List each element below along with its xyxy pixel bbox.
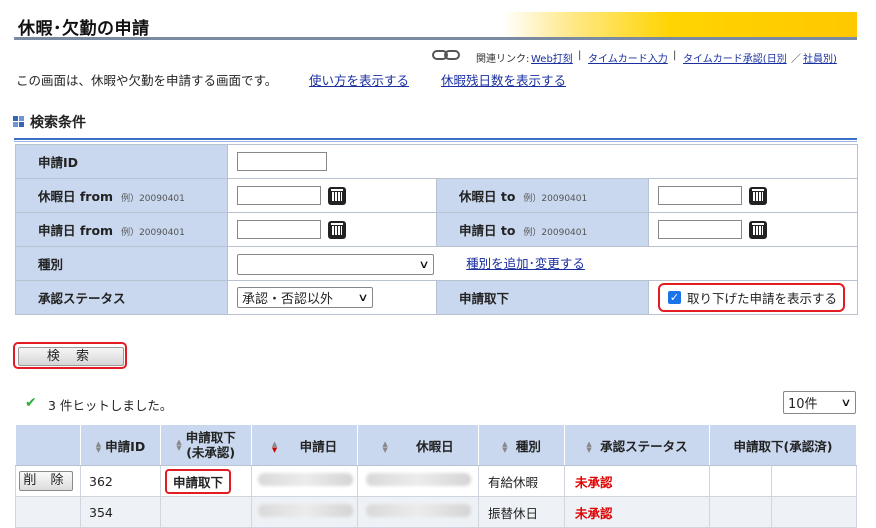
cell-type: 振替休日 <box>478 496 565 528</box>
request-id-label: 申請ID <box>15 144 228 179</box>
show-withdrawn-checkbox[interactable]: ✓ 取り下げた申請を表示する <box>658 283 845 312</box>
related-sep: | <box>578 50 582 61</box>
leave-to-input[interactable] <box>658 186 742 205</box>
status-badge: 未承認 <box>575 505 613 521</box>
status-label: 承認ステータス <box>15 280 228 315</box>
search-button-highlight: 検 索 <box>13 342 127 369</box>
table-row: 354 振替休日 未承認 <box>15 496 857 528</box>
chevron-down-icon: ∨ <box>357 291 369 304</box>
cell-type: 有給休暇 <box>478 465 565 497</box>
link-web-clock[interactable]: Web打刻 <box>531 50 573 65</box>
title-underline <box>14 37 857 40</box>
results-table: ▲ ▼ 申請ID ▲ ▼申請取下 (未承認) ▲ ▼ 申請日 ▲ ▼ 休暇日 ▲ ▼ 種別 ▲… <box>15 424 857 528</box>
sort-icon[interactable]: ▲ ▼ <box>96 441 101 454</box>
section-divider <box>14 138 857 140</box>
page-description: この画面は、休暇や欠勤を申請する画面です。 <box>16 73 278 88</box>
remaining-days-link[interactable]: 休暇残日数を表示する <box>441 70 566 89</box>
chain-link-icon <box>432 50 460 60</box>
per-page-select[interactable]: 10件 ∨ <box>783 391 856 414</box>
page-title: 休暇･欠勤の申請 <box>18 19 150 39</box>
apply-to-input[interactable] <box>658 220 742 239</box>
leave-from-label: 休暇日 from 例）20090401 <box>15 178 228 213</box>
apply-to-label: 申請日 to 例）20090401 <box>436 212 649 247</box>
leave-from-input[interactable] <box>237 186 321 205</box>
header-withdraw-unapproved[interactable]: ▲ ▼申請取下 (未承認) <box>160 424 252 466</box>
header-type[interactable]: ▲ ▼ 種別 <box>478 424 565 466</box>
chevron-down-icon: ∨ <box>840 396 852 409</box>
withdraw-label: 申請取下 <box>436 280 649 315</box>
related-links-label: 関連リンク: <box>476 54 530 65</box>
search-form: 申請ID 休暇日 from 例）20090401 休暇日 to 例）20090401… <box>15 144 858 315</box>
link-timecard-input[interactable]: タイムカード入力 <box>588 50 668 65</box>
link-timecard-approve-employee[interactable]: 社員別) <box>803 50 837 65</box>
calendar-icon[interactable] <box>749 220 767 239</box>
status-select[interactable]: 承認・否認以外 ∨ <box>237 287 373 308</box>
calendar-icon[interactable] <box>328 186 346 205</box>
hit-count: 3 件ヒットしました。 <box>48 398 173 413</box>
apply-from-label: 申請日 from 例）20090401 <box>15 212 228 247</box>
header-leave-date[interactable]: ▲ ▼ 休暇日 <box>357 424 479 466</box>
usage-link[interactable]: 使い方を表示する <box>309 70 409 89</box>
header-withdraw-approved: 申請取下(承認済) <box>709 424 857 466</box>
type-label: 種別 <box>15 246 228 281</box>
search-button[interactable]: 検 索 <box>18 347 124 366</box>
checkbox-checked-icon[interactable]: ✓ <box>668 291 681 304</box>
leave-to-label: 休暇日 to 例）20090401 <box>436 178 649 213</box>
header-action <box>15 424 81 466</box>
header-request-id[interactable]: ▲ ▼ 申請ID <box>80 424 161 466</box>
section-title: 検索条件 <box>30 115 86 131</box>
section-divider-thin <box>14 141 857 142</box>
status-badge: 未承認 <box>575 474 613 490</box>
sort-icon[interactable]: ▲ ▼ <box>382 441 387 454</box>
header-apply-date[interactable]: ▲ ▼ 申請日 <box>251 424 358 466</box>
request-id-input[interactable] <box>237 152 327 171</box>
calendar-icon[interactable] <box>328 220 346 239</box>
related-sep: | <box>673 50 677 61</box>
apply-from-input[interactable] <box>237 220 321 239</box>
related-sep: ／ <box>791 54 801 65</box>
delete-button[interactable]: 削 除 <box>19 471 73 491</box>
chevron-down-icon: ∨ <box>418 257 430 271</box>
sort-icon[interactable]: ▲ ▼ <box>586 441 591 454</box>
sort-desc-icon[interactable]: ▲ ▼ <box>272 441 277 454</box>
calendar-icon[interactable] <box>749 186 767 205</box>
cell-request-id: 354 <box>80 496 161 528</box>
sort-icon[interactable]: ▲ ▼ <box>176 439 181 452</box>
table-row: 削 除 362 申請取下 有給休暇 未承認 <box>15 465 857 497</box>
table-header-row: ▲ ▼ 申請ID ▲ ▼申請取下 (未承認) ▲ ▼ 申請日 ▲ ▼ 休暇日 ▲ ▼ 種別 ▲… <box>15 424 857 466</box>
redacted-leave-date <box>366 473 471 486</box>
cell-request-id: 362 <box>80 465 161 497</box>
link-timecard-approve-daily[interactable]: タイムカード承認(日別 <box>683 50 787 65</box>
redacted-apply-date <box>258 473 353 486</box>
type-select[interactable]: ∨ <box>237 253 434 275</box>
sort-icon[interactable]: ▲ ▼ <box>502 441 507 454</box>
type-edit-link[interactable]: 種別を追加･変更する <box>466 256 585 271</box>
grid-icon <box>13 116 25 128</box>
header-status[interactable]: ▲ ▼ 承認ステータス <box>564 424 710 466</box>
withdraw-link[interactable]: 申請取下 <box>165 468 232 494</box>
check-icon: ✔ <box>25 395 37 411</box>
